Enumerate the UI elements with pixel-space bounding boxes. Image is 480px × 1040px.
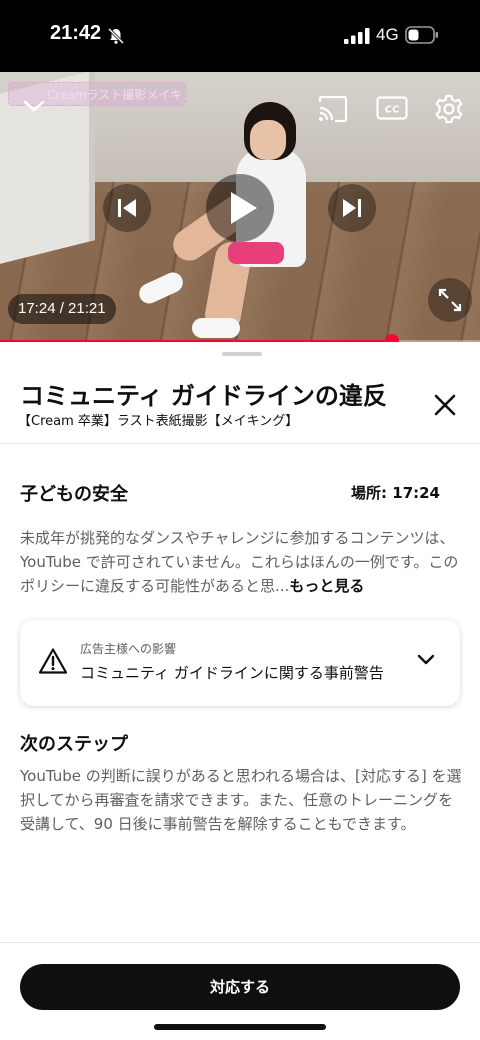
- video-title: 【Cream 卒業】ラスト表紙撮影【メイキング】: [18, 414, 299, 429]
- video-frame-figure: [192, 318, 240, 338]
- cc-icon[interactable]: CC: [376, 96, 408, 120]
- video-player[interactable]: Creamラスト撮影メイキング CC: [0, 72, 480, 342]
- divider: [0, 942, 480, 943]
- chevron-down-icon[interactable]: [416, 653, 436, 667]
- chevron-down-icon[interactable]: [22, 98, 46, 114]
- drag-handle[interactable]: [222, 352, 262, 356]
- previous-button[interactable]: [103, 184, 151, 232]
- impact-caption: 広告主様への影響: [80, 642, 177, 656]
- svg-text:CC: CC: [385, 105, 400, 116]
- divider: [0, 443, 480, 444]
- fullscreen-icon: [438, 288, 462, 312]
- time-readout: 17:24 / 21:21: [8, 294, 116, 324]
- next-icon: [343, 199, 361, 217]
- signal-icon: [344, 28, 370, 44]
- video-frame-figure: [250, 120, 286, 160]
- status-bar: 21:42 4G: [0, 0, 480, 72]
- close-icon[interactable]: [432, 392, 458, 418]
- next-button[interactable]: [328, 184, 376, 232]
- status-time: 21:42: [50, 22, 102, 44]
- advertiser-impact-card[interactable]: 広告主様への影響 コミュニティ ガイドラインに関する事前警告: [20, 620, 460, 706]
- policy-heading: 子どもの安全: [20, 484, 128, 505]
- progress-scrubber[interactable]: [384, 334, 399, 342]
- violation-sheet: コミュニティ ガイドラインの違反 【Cream 卒業】ラスト表紙撮影【メイキング…: [0, 342, 480, 1040]
- policy-description: 未成年が挑発的なダンスやチャレンジに参加するコンテンツは、YouTube で許可…: [20, 526, 460, 598]
- bell-slash-icon: [107, 27, 125, 45]
- home-indicator: [154, 1024, 326, 1030]
- next-steps-text: YouTube の判断に誤りがあると思われる場合は、[対応する] を選択してから…: [20, 767, 462, 833]
- play-icon: [231, 192, 257, 224]
- play-button[interactable]: [206, 174, 274, 242]
- next-steps-heading: 次のステップ: [20, 734, 128, 755]
- sheet-title: コミュニティ ガイドラインの違反: [20, 382, 387, 410]
- settings-icon[interactable]: [434, 94, 464, 124]
- policy-text: 未成年が挑発的なダンスやチャレンジに参加するコンテンツは、YouTube で許可…: [20, 529, 459, 595]
- battery-icon: [405, 26, 438, 44]
- warning-icon: [38, 648, 68, 674]
- video-frame-figure: [228, 242, 284, 264]
- previous-icon: [118, 199, 136, 217]
- network-label: 4G: [376, 25, 399, 44]
- show-more-link[interactable]: もっと見る: [289, 577, 364, 595]
- fullscreen-button[interactable]: [428, 278, 472, 322]
- impact-label: コミュニティ ガイドラインに関する事前警告: [80, 664, 384, 682]
- respond-button[interactable]: 対応する: [20, 964, 460, 1010]
- cast-icon[interactable]: [318, 96, 348, 122]
- location-label[interactable]: 場所: 17:24: [351, 482, 440, 503]
